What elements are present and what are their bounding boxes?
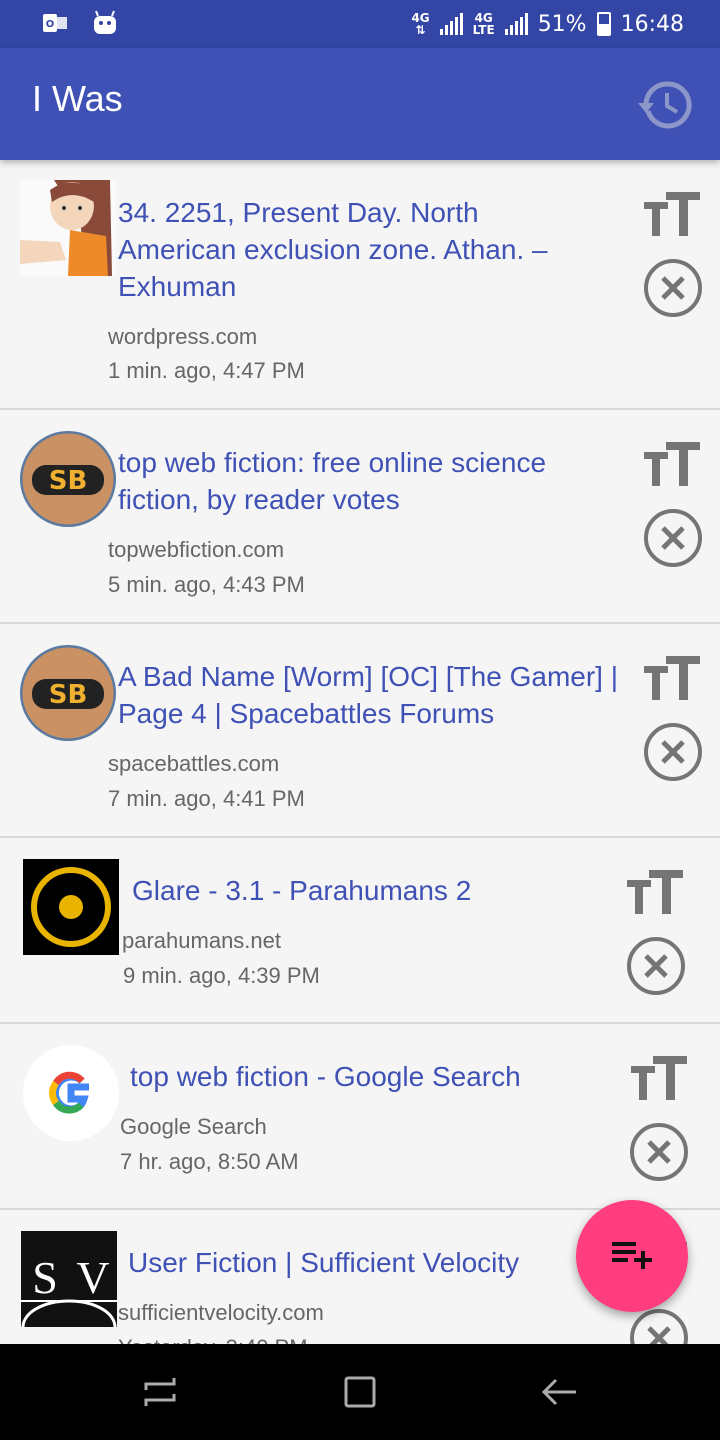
svg-text:O: O <box>46 19 55 30</box>
thumbnail <box>23 859 119 955</box>
text-size-icon[interactable] <box>644 654 704 704</box>
sb-logo-image: SB <box>20 645 116 741</box>
add-to-playlist-button[interactable] <box>576 1200 688 1312</box>
close-icon[interactable] <box>642 257 704 319</box>
app-title: I Was <box>32 78 123 119</box>
close-icon[interactable] <box>642 721 704 783</box>
list-item[interactable]: top web fiction - Google Search Google S… <box>0 1024 720 1210</box>
status-bar: O 4G ⇅ 4G LTE 51% 16:48 <box>0 0 720 48</box>
home-icon[interactable] <box>340 1374 380 1410</box>
item-domain: sufficientvelocity.com <box>118 1300 324 1325</box>
text-size-icon[interactable] <box>631 1054 691 1104</box>
close-icon[interactable] <box>628 1121 690 1183</box>
signal-icon-2 <box>504 13 528 35</box>
thumbnail <box>23 1045 119 1141</box>
list-item[interactable]: SB A Bad Name [Worm] [OC] [The Gamer] | … <box>0 624 720 838</box>
android-icon <box>94 10 116 34</box>
thumbnail: SB <box>20 645 116 741</box>
item-title[interactable]: A Bad Name [Worm] [OC] [The Gamer] | Pag… <box>118 658 618 732</box>
item-time: 9 min. ago, 4:39 PM <box>123 963 320 988</box>
anime-avatar-image <box>20 180 116 276</box>
svg-text:SB: SB <box>49 680 88 710</box>
close-icon[interactable] <box>642 507 704 569</box>
battery-percent: 51% <box>537 11 587 37</box>
signal-icon-1 <box>439 13 463 35</box>
item-title[interactable]: User Fiction | Sufficient Velocity <box>128 1244 588 1281</box>
item-time: Yesterday, 3:40 PM <box>118 1335 308 1344</box>
list-item[interactable]: SB top web fiction: free online science … <box>0 410 720 624</box>
item-time: 7 hr. ago, 8:50 AM <box>120 1149 299 1174</box>
parahumans-logo-image <box>23 859 119 955</box>
back-icon[interactable] <box>540 1374 580 1410</box>
text-size-icon[interactable] <box>644 190 704 240</box>
network-indicator-1: 4G ⇅ <box>411 11 430 37</box>
item-title[interactable]: 34. 2251, Present Day. North American ex… <box>118 194 598 305</box>
battery-icon <box>596 12 611 36</box>
thumbnail: SB <box>20 431 116 527</box>
svg-text:V: V <box>76 1252 109 1303</box>
svg-text:S: S <box>32 1252 58 1303</box>
text-size-icon[interactable] <box>644 440 704 490</box>
list-item[interactable]: 34. 2251, Present Day. North American ex… <box>0 160 720 410</box>
item-domain: parahumans.net <box>122 928 281 953</box>
history-icon[interactable] <box>636 76 694 134</box>
item-domain: spacebattles.com <box>108 751 280 776</box>
sv-logo-image: S V <box>21 1231 117 1327</box>
network-indicator-2: 4G LTE <box>472 11 495 37</box>
recents-icon[interactable] <box>140 1374 180 1410</box>
item-domain: topwebfiction.com <box>108 537 285 562</box>
sb-logo-image: SB <box>20 431 116 527</box>
item-title[interactable]: Glare - 3.1 - Parahumans 2 <box>132 872 592 909</box>
outlook-icon: O <box>43 14 67 32</box>
system-nav-bar <box>0 1344 720 1440</box>
item-domain: Google Search <box>120 1114 267 1139</box>
close-icon[interactable] <box>625 935 687 997</box>
google-logo-image <box>25 1047 117 1139</box>
close-icon[interactable] <box>628 1307 690 1344</box>
item-title[interactable]: top web fiction - Google Search <box>130 1058 590 1095</box>
item-domain: wordpress.com <box>108 324 258 349</box>
app-bar: I Was <box>0 48 720 160</box>
list-item[interactable]: Glare - 3.1 - Parahumans 2 parahumans.ne… <box>0 838 720 1024</box>
playlist-add-icon <box>612 1242 652 1269</box>
text-size-icon[interactable] <box>627 868 687 918</box>
thumbnail: S V <box>21 1231 117 1327</box>
thumbnail <box>20 180 116 276</box>
item-title[interactable]: top web fiction: free online science fic… <box>118 444 598 518</box>
history-list: 34. 2251, Present Day. North American ex… <box>0 160 720 1344</box>
item-time: 1 min. ago, 4:47 PM <box>108 358 305 383</box>
svg-text:SB: SB <box>49 466 88 496</box>
item-time: 5 min. ago, 4:43 PM <box>108 572 305 597</box>
item-time: 7 min. ago, 4:41 PM <box>108 786 305 811</box>
clock: 16:48 <box>620 11 684 37</box>
